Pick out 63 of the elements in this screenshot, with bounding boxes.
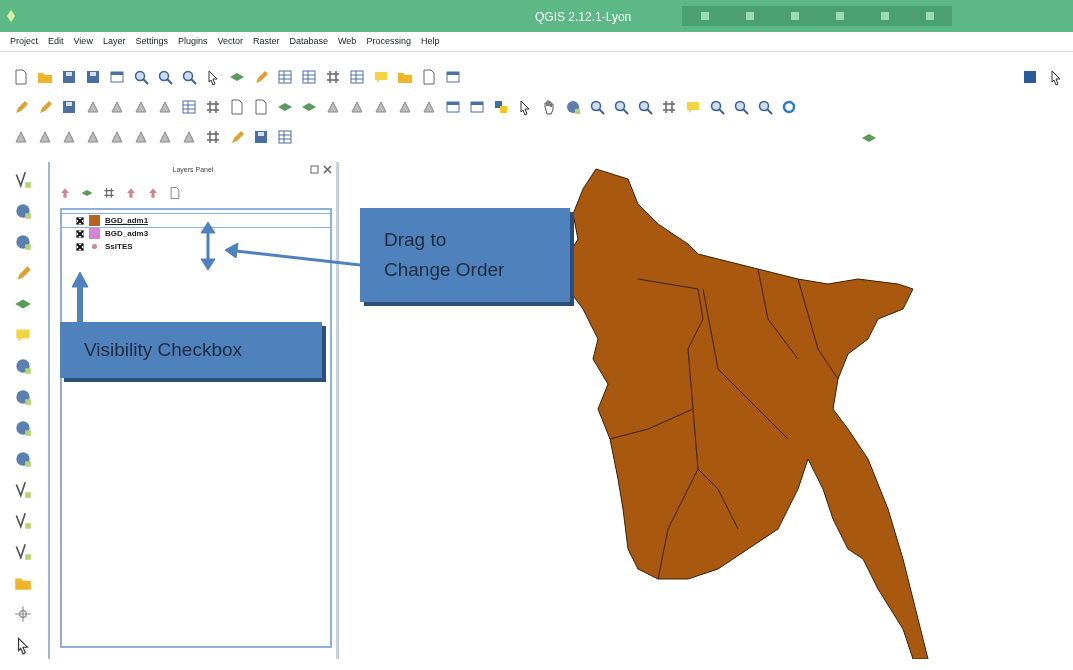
- menu-item[interactable]: Project: [10, 34, 38, 49]
- window-icon[interactable]: [444, 68, 462, 86]
- magnifier-icon[interactable]: [156, 68, 174, 86]
- grid-icon[interactable]: [324, 68, 342, 86]
- window-title: QGIS 2.12.1-Lyon: [535, 9, 632, 26]
- menu-item[interactable]: Layer: [102, 34, 126, 49]
- table-icon[interactable]: [180, 98, 198, 116]
- magnifier-icon[interactable]: [756, 98, 774, 116]
- page-icon[interactable]: [228, 98, 246, 116]
- refresh-icon[interactable]: [780, 98, 798, 116]
- tray-icon[interactable]: [700, 12, 709, 20]
- double-arrow: [200, 221, 216, 271]
- close-icon[interactable]: [323, 165, 332, 174]
- menu-item[interactable]: Vector: [217, 34, 243, 49]
- menu-item[interactable]: Settings: [135, 34, 168, 49]
- magnifier-icon[interactable]: [708, 98, 726, 116]
- tray-icon[interactable]: [835, 12, 844, 20]
- grid-icon[interactable]: [204, 98, 222, 116]
- menu-item[interactable]: View: [73, 34, 93, 49]
- window-icon[interactable]: [108, 68, 126, 86]
- float-icon[interactable]: [310, 165, 319, 174]
- magnifier-icon[interactable]: [132, 68, 150, 86]
- tray-icon[interactable]: [880, 12, 889, 20]
- table-icon[interactable]: [276, 68, 294, 86]
- window-icon[interactable]: [444, 98, 462, 116]
- visibility-checkbox[interactable]: [76, 216, 84, 225]
- menu-item[interactable]: Help: [420, 34, 440, 49]
- grid-icon[interactable]: [660, 98, 678, 116]
- magnifier-icon[interactable]: [612, 98, 630, 116]
- table-icon[interactable]: [276, 128, 294, 146]
- visibility-checkbox[interactable]: [76, 229, 84, 238]
- layer-name: BGD_adm3: [105, 227, 149, 240]
- page-icon[interactable]: [252, 98, 270, 116]
- layer-name: SsITES: [105, 240, 133, 253]
- magnifier-icon[interactable]: [636, 98, 654, 116]
- window-icon[interactable]: [468, 98, 486, 116]
- menu-item[interactable]: Database: [289, 34, 329, 49]
- layer-name: BGD_adm1: [105, 214, 149, 227]
- magnifier-icon[interactable]: [180, 68, 198, 86]
- app-logo-icon: [6, 10, 16, 22]
- tray-icon[interactable]: [790, 12, 799, 20]
- layer-row[interactable]: SsITES: [62, 240, 330, 253]
- table-icon[interactable]: [348, 68, 366, 86]
- menu-item[interactable]: Processing: [366, 34, 411, 49]
- tray-icon[interactable]: [925, 12, 934, 20]
- menu-item[interactable]: Edit: [48, 34, 64, 49]
- menu-item[interactable]: Raster: [253, 34, 280, 49]
- grid-icon[interactable]: [204, 128, 222, 146]
- magnifier-icon[interactable]: [588, 98, 606, 116]
- crosshair-icon[interactable]: [12, 604, 33, 624]
- page-icon[interactable]: [168, 186, 182, 200]
- menu-item[interactable]: Plugins: [177, 34, 208, 49]
- grid-icon[interactable]: [102, 186, 116, 200]
- table-icon[interactable]: [300, 68, 318, 86]
- tray-icon[interactable]: [745, 12, 754, 20]
- menu-item[interactable]: Web: [338, 34, 357, 49]
- layer-row[interactable]: BGD_adm3: [62, 227, 330, 240]
- up-arrow: [71, 271, 89, 322]
- layer-row[interactable]: BGD_adm1: [62, 214, 330, 227]
- visibility-checkbox[interactable]: [76, 242, 84, 251]
- page-icon[interactable]: [420, 68, 438, 86]
- page-icon[interactable]: [12, 68, 30, 86]
- magnifier-icon[interactable]: [732, 98, 750, 116]
